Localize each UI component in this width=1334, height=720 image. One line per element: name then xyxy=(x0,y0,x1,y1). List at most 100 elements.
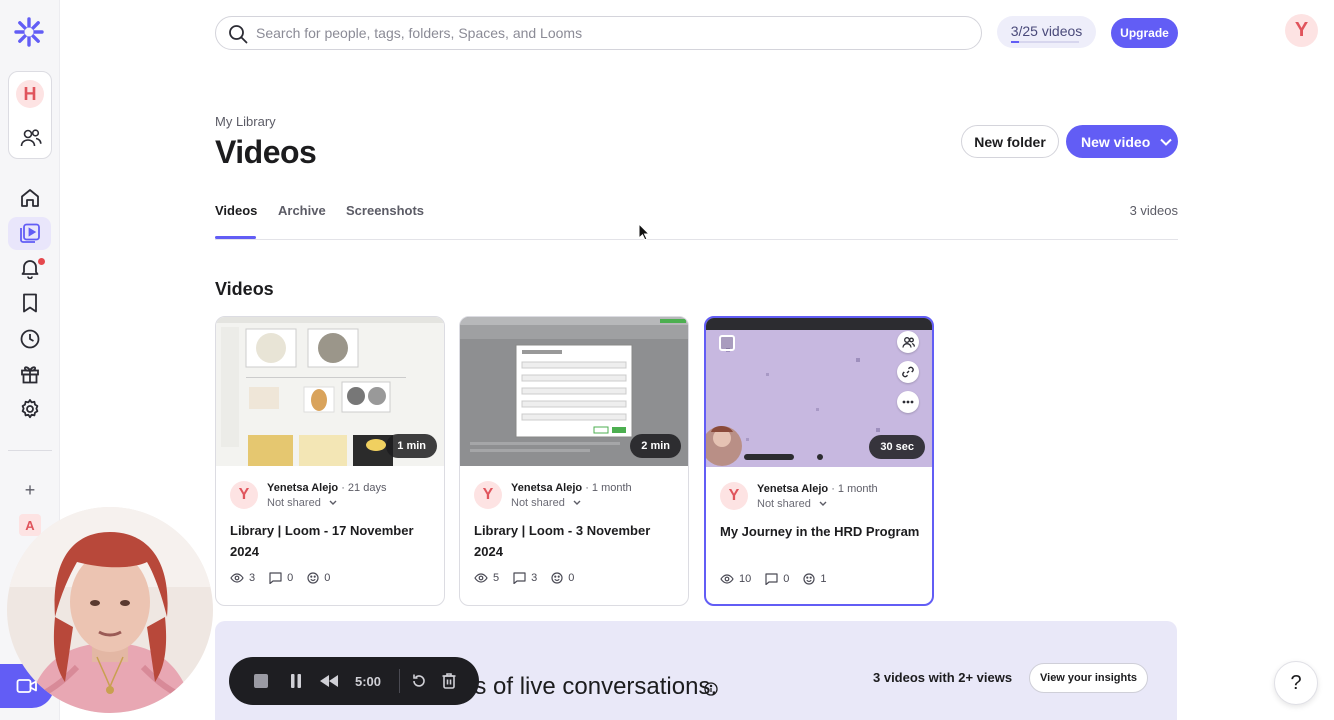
upgrade-button[interactable]: Upgrade xyxy=(1111,18,1178,48)
video-card[interactable]: 2 min Y Yenetsa Alejo · 1 month Not shar… xyxy=(459,316,689,606)
new-video-button[interactable]: New video xyxy=(1066,125,1178,158)
rewind-icon xyxy=(320,675,338,687)
search-icon xyxy=(229,25,248,44)
restart-icon xyxy=(413,674,425,687)
delete-recording-button[interactable] xyxy=(439,671,459,691)
video-thumbnail[interactable]: 30 sec xyxy=(706,318,932,467)
webcam-bubble[interactable] xyxy=(7,507,213,713)
secondary-workspace-avatar[interactable]: A xyxy=(19,514,41,536)
usage-progress-fill xyxy=(1011,41,1020,43)
clock-icon[interactable] xyxy=(19,328,41,350)
tab-screenshots[interactable]: Screenshots xyxy=(346,203,424,218)
home-icon[interactable] xyxy=(19,187,41,209)
usage-label: 3/25 videos xyxy=(1010,23,1083,39)
share-people-button[interactable] xyxy=(897,331,919,353)
reactions-count: 1 xyxy=(820,573,827,585)
page-title: Videos xyxy=(215,134,317,170)
help-button[interactable]: ? xyxy=(1274,661,1318,705)
rewind-button[interactable] xyxy=(319,671,339,691)
insights-views-label: 3 videos with 2+ views xyxy=(873,670,1013,685)
pause-icon xyxy=(291,674,301,688)
pause-recording-button[interactable] xyxy=(286,671,306,691)
stop-recording-button[interactable] xyxy=(251,671,271,691)
video-card[interactable]: 30 sec Y Yenetsa Alejo · 1 month Not sha… xyxy=(704,316,934,606)
video-thumbnail[interactable]: 2 min xyxy=(460,317,688,466)
info-icon[interactable] xyxy=(704,682,718,696)
views-count: 3 xyxy=(249,572,256,584)
new-folder-button[interactable]: New folder xyxy=(961,125,1059,158)
chevron-down-icon xyxy=(1160,138,1172,146)
comments-stat: 0 xyxy=(269,572,293,584)
select-checkbox[interactable] xyxy=(719,335,735,351)
chevron-down-icon xyxy=(329,500,337,505)
eye-icon xyxy=(720,574,734,584)
comment-icon xyxy=(765,573,778,585)
comments-stat: 0 xyxy=(765,573,789,585)
comments-count: 0 xyxy=(783,573,790,585)
search-input[interactable] xyxy=(256,18,956,48)
comments-count: 3 xyxy=(531,572,538,584)
section-title: Videos xyxy=(215,279,274,299)
author-avatar[interactable]: Y xyxy=(474,481,502,509)
restart-recording-button[interactable] xyxy=(409,671,429,691)
reactions-count: 0 xyxy=(568,572,575,584)
workspace-avatar[interactable]: H xyxy=(16,80,44,108)
stop-icon xyxy=(254,674,268,688)
author-avatar[interactable]: Y xyxy=(230,481,258,509)
video-title[interactable]: Library | Loom - 3 November 2024 xyxy=(474,520,679,562)
duration-badge: 2 min xyxy=(630,434,681,458)
views-count: 5 xyxy=(493,572,500,584)
add-workspace-icon[interactable]: + xyxy=(21,480,39,501)
search-bar[interactable] xyxy=(215,16,982,50)
video-usage-meter[interactable]: 3/25 videos xyxy=(997,16,1096,48)
settings-icon[interactable] xyxy=(19,398,41,420)
views-stat: 3 xyxy=(230,572,255,584)
video-count: 3 videos xyxy=(1129,203,1178,218)
webcam-feed xyxy=(7,507,213,713)
sidebar-divider xyxy=(8,450,52,451)
comment-icon xyxy=(269,572,282,584)
video-title[interactable]: Library | Loom - 17 November 2024 xyxy=(230,520,435,562)
views-count: 10 xyxy=(739,573,752,585)
reactions-stat: 0 xyxy=(551,572,574,584)
video-thumbnail[interactable]: 1 min xyxy=(216,317,444,466)
sharing-dropdown[interactable]: Not shared xyxy=(511,497,581,509)
sharing-status: Not shared xyxy=(267,497,321,509)
controls-divider xyxy=(399,669,400,693)
sharing-dropdown[interactable]: Not shared xyxy=(757,498,827,510)
smiley-icon xyxy=(307,572,319,584)
tab-archive[interactable]: Archive xyxy=(278,203,326,218)
trash-icon xyxy=(442,673,456,689)
video-card[interactable]: 1 min Y Yenetsa Alejo · 21 days Not shar… xyxy=(215,316,445,606)
reactions-stat: 0 xyxy=(307,572,330,584)
insights-headline: es of live conversations. xyxy=(461,673,718,700)
chevron-down-icon xyxy=(819,501,827,506)
copy-link-button[interactable] xyxy=(897,361,919,383)
gift-icon[interactable] xyxy=(19,363,41,385)
video-stats: 5 3 0 xyxy=(474,572,574,584)
separator-dot: · xyxy=(341,482,348,494)
bookmark-icon[interactable] xyxy=(19,292,41,314)
loom-logo-icon[interactable] xyxy=(14,17,44,47)
library-icon[interactable] xyxy=(19,222,41,244)
breadcrumb[interactable]: My Library xyxy=(215,114,276,129)
separator-dot: · xyxy=(585,482,592,494)
sharing-status: Not shared xyxy=(511,497,565,509)
author-avatar[interactable]: Y xyxy=(720,482,748,510)
recording-controls: 5:00 xyxy=(229,657,479,705)
video-title[interactable]: My Journey in the HRD Program xyxy=(720,521,925,542)
people-icon xyxy=(901,336,915,348)
people-icon[interactable] xyxy=(20,127,42,149)
user-avatar[interactable]: Y xyxy=(1285,14,1318,47)
separator-dot: · xyxy=(831,483,838,495)
more-options-button[interactable] xyxy=(897,391,919,413)
usage-progress-track xyxy=(1011,41,1079,43)
view-insights-button[interactable]: View your insights xyxy=(1029,663,1148,693)
sharing-dropdown[interactable]: Not shared xyxy=(267,497,337,509)
tab-videos[interactable]: Videos xyxy=(215,203,257,218)
reactions-count: 0 xyxy=(324,572,331,584)
author-name: Yenetsa Alejo xyxy=(757,483,829,495)
video-age: 21 days xyxy=(347,482,387,494)
views-stat: 10 xyxy=(720,573,751,585)
video-stats: 10 0 1 xyxy=(720,573,827,585)
